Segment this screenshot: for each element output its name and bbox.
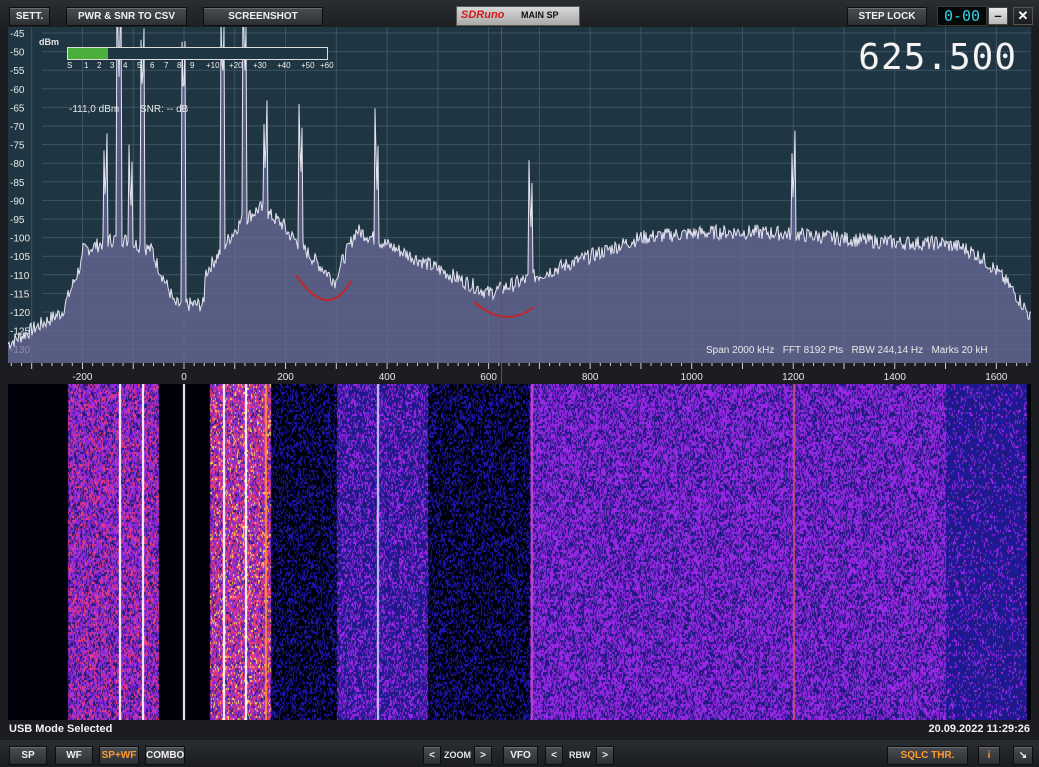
sp-wf-button[interactable]: SP+WF xyxy=(99,746,139,765)
s-meter-label: 3 xyxy=(110,61,115,70)
combo-button[interactable]: COMBO xyxy=(145,746,185,765)
zoom-right-button[interactable]: > xyxy=(474,746,492,765)
x-tick-label: 800 xyxy=(582,372,599,383)
step-lock-button[interactable]: STEP LOCK xyxy=(847,7,927,26)
zoom-label: ZOOM xyxy=(444,750,471,760)
y-tick-label: -120 xyxy=(10,308,30,319)
y-tick-label: -90 xyxy=(10,196,25,207)
y-tick-label: -85 xyxy=(10,178,25,189)
s-meter-label: +40 xyxy=(277,61,291,70)
dbm-unit-label: dBm xyxy=(39,37,59,47)
waterfall-display[interactable] xyxy=(8,384,1031,720)
frequency-axis[interactable]: -200 0 200 400 600 800 1000 1200 1400 1600 xyxy=(8,363,1031,384)
s-meter-label: 8 xyxy=(177,61,182,70)
s-meter-label: +50 xyxy=(301,61,315,70)
rbw-right-button[interactable]: > xyxy=(596,746,614,765)
x-tick-label: 1600 xyxy=(985,372,1008,383)
vfo-button[interactable]: VFO xyxy=(503,746,538,765)
s-meter-label: 1 xyxy=(84,61,89,70)
pwr-snr-to-csv-button[interactable]: PWR & SNR TO CSV xyxy=(66,7,187,26)
waterfall-canvas xyxy=(8,384,1031,720)
rbw-label: RBW xyxy=(569,750,591,760)
rbw-left-button[interactable]: < xyxy=(545,746,563,765)
x-tick-label: 1000 xyxy=(681,372,704,383)
sp-button[interactable]: SP xyxy=(9,746,47,765)
x-tick-label: 1400 xyxy=(884,372,907,383)
mini-display: 0-00 xyxy=(937,6,987,26)
s-meter-level xyxy=(68,48,109,59)
spectrum-display[interactable]: -45 -50 -55 -60 -65 -70 -75 -80 -85 -90 -95 -100 -10… xyxy=(8,27,1031,363)
s-meter-label: 7 xyxy=(164,61,169,70)
y-tick-label: -115 xyxy=(10,289,30,300)
x-tick-label: -200 xyxy=(72,372,92,383)
bottom-toolbar: SP WF SP+WF COMBO < ZOOM > VFO < RBW > S… xyxy=(0,740,1039,767)
s-meter-label: +60 xyxy=(320,61,334,70)
datetime-status: 20.09.2022 11:29:26 xyxy=(928,723,1030,735)
y-tick-label: -70 xyxy=(10,122,25,133)
info-button[interactable]: i xyxy=(978,746,1000,765)
y-tick-label: -45 xyxy=(10,29,25,40)
s-meter-label: +10 xyxy=(206,61,220,70)
status-bar: USB Mode Selected 20.09.2022 11:29:26 xyxy=(0,720,1039,740)
s-meter-label: +20 xyxy=(229,61,243,70)
sqlc-threshold-button[interactable]: SQLC THR. xyxy=(887,746,968,765)
spectrum-info: Span 2000 kHz FFT 8192 Pts RBW 244,14 Hz… xyxy=(706,345,988,356)
y-tick-label: -105 xyxy=(10,252,30,263)
x-tick-label: 200 xyxy=(277,372,294,383)
y-tick-label: -65 xyxy=(10,103,25,114)
s-meter-label: 2 xyxy=(97,61,102,70)
snr-readout: SNR: -- dB xyxy=(140,104,189,115)
x-tick-label: 1200 xyxy=(782,372,805,383)
level-readout: -111,0 dBm xyxy=(69,104,120,115)
y-tick-label: -75 xyxy=(10,141,25,152)
y-tick-label: -80 xyxy=(10,159,25,170)
s-meter-label: 5 xyxy=(137,61,142,70)
frequency-display[interactable]: 625.500 xyxy=(858,37,1017,78)
resize-icon[interactable]: ↘ xyxy=(1013,746,1033,765)
s-meter-label: 4 xyxy=(123,61,128,70)
s-meter-label: S xyxy=(67,61,73,70)
s-meter-label: 9 xyxy=(190,61,195,70)
s-meter-label: 6 xyxy=(150,61,155,70)
y-tick-label: -110 xyxy=(10,271,30,282)
y-tick-label: -50 xyxy=(10,48,25,59)
s-meter xyxy=(67,47,328,60)
screenshot-button[interactable]: SCREENSHOT xyxy=(203,7,323,26)
window-title: MAIN SP xyxy=(521,10,559,20)
top-toolbar: SETT. PWR & SNR TO CSV SCREENSHOT SDRuno… xyxy=(0,0,1039,27)
x-tick-label: 600 xyxy=(480,372,497,383)
minimize-icon[interactable]: – xyxy=(988,7,1008,25)
y-tick-label: -55 xyxy=(10,66,25,77)
y-tick-label: -100 xyxy=(10,234,30,245)
y-tick-label: -95 xyxy=(10,215,25,226)
x-tick-label: 0 xyxy=(181,372,187,383)
close-icon[interactable]: ✕ xyxy=(1013,7,1033,25)
s-meter-label: +30 xyxy=(253,61,267,70)
zoom-left-button[interactable]: < xyxy=(423,746,441,765)
wf-button[interactable]: WF xyxy=(55,746,93,765)
y-tick-label: -60 xyxy=(10,85,25,96)
sdruno-logo: SDRuno xyxy=(461,9,505,21)
frequency-axis-scale: -200 0 200 400 600 800 1000 1200 1400 1600 xyxy=(10,363,1028,384)
settings-button[interactable]: SETT. xyxy=(9,7,50,26)
mode-status: USB Mode Selected xyxy=(9,723,113,735)
window-title-box[interactable]: SDRuno MAIN SP xyxy=(456,6,580,26)
x-tick-label: 400 xyxy=(379,372,396,383)
